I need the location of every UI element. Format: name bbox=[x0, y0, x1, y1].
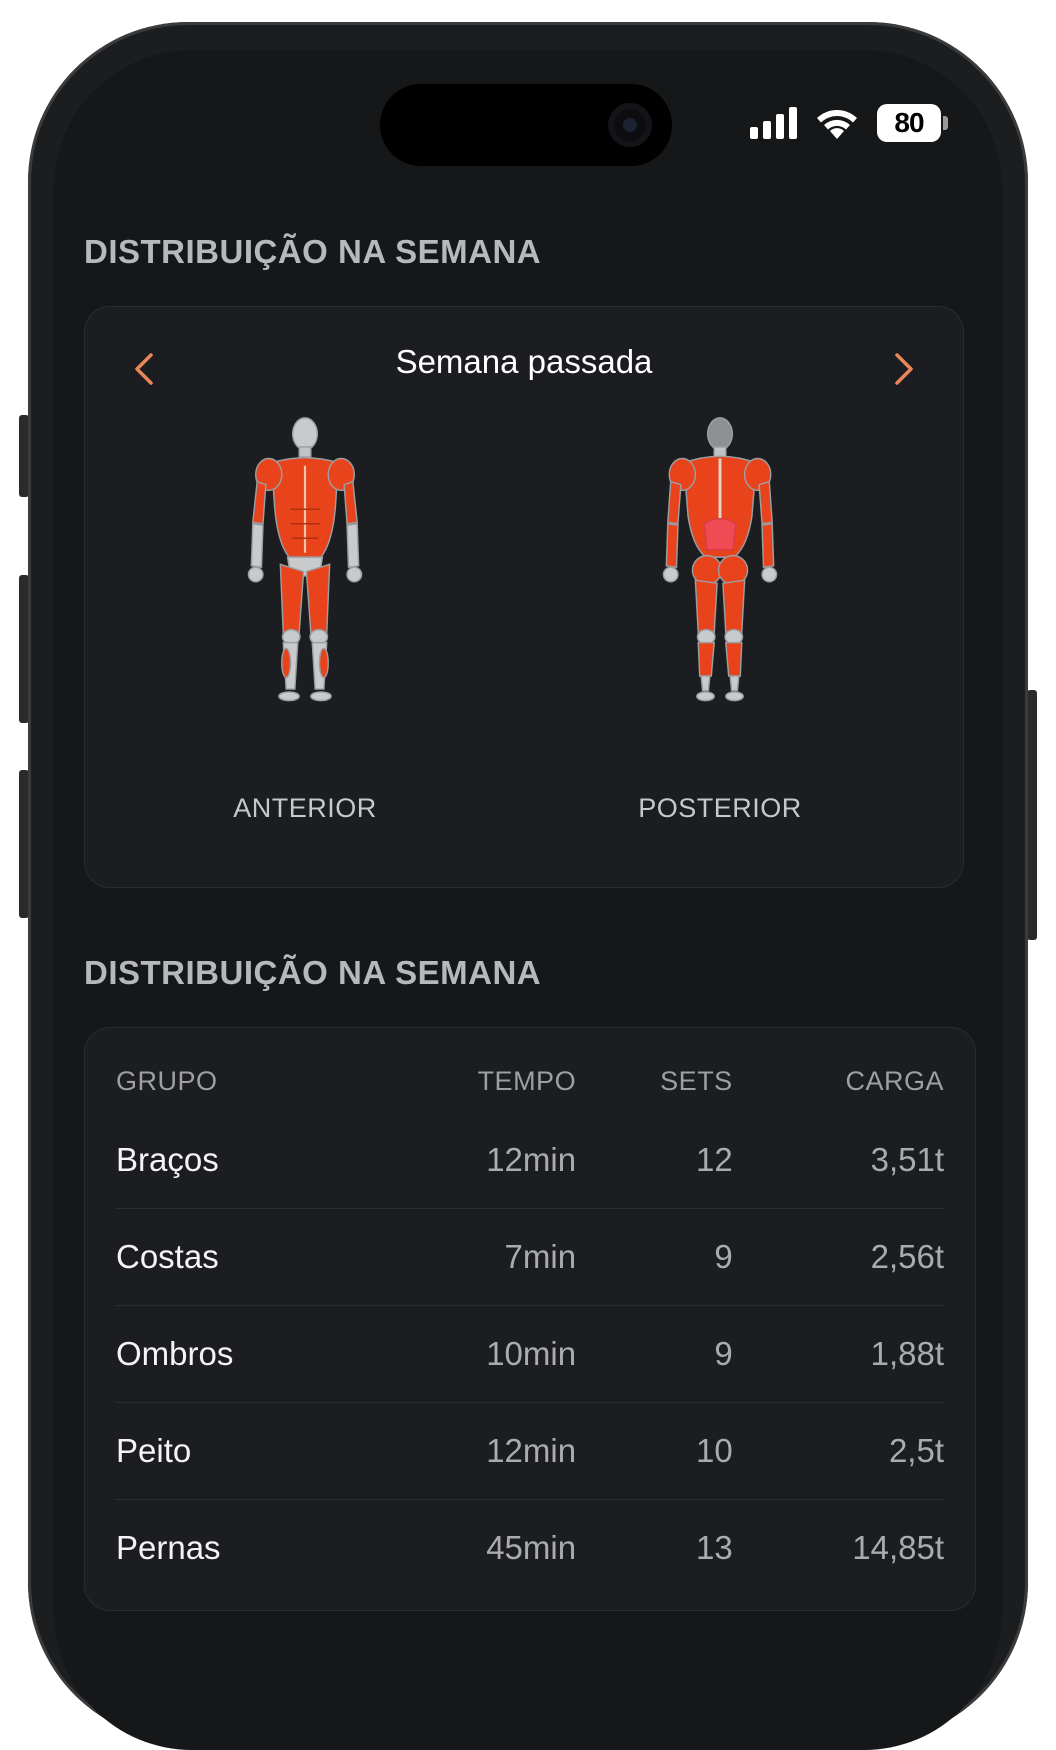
muscle-map-card: Semana passada ANTERIOR POSTERIOR bbox=[84, 306, 964, 888]
cellular-signal-icon bbox=[750, 107, 797, 139]
cell-time: 7min bbox=[365, 1208, 578, 1306]
cell-group: Costas bbox=[115, 1208, 366, 1306]
wifi-icon bbox=[817, 110, 857, 139]
cell-sets: 9 bbox=[577, 1208, 734, 1306]
cell-group: Braços bbox=[115, 1112, 366, 1209]
table-row[interactable]: Ombros 10min 9 1,88t bbox=[115, 1305, 945, 1403]
cell-load: 2,5t bbox=[733, 1402, 945, 1500]
power-button bbox=[1027, 690, 1037, 940]
header-time: TEMPO bbox=[477, 1065, 577, 1096]
header-load: CARGA bbox=[845, 1065, 944, 1096]
cell-time: 12min bbox=[365, 1402, 578, 1500]
muscle-group-table: GRUPO TEMPO SETS CARGA Braços 12min 12 3… bbox=[115, 1050, 945, 1596]
cell-group: Ombros bbox=[115, 1305, 366, 1403]
battery-icon: 80 bbox=[877, 104, 948, 142]
cell-group: Peito bbox=[115, 1402, 366, 1500]
cell-sets: 13 bbox=[695, 1529, 733, 1566]
table-row[interactable]: Braços 12min 12 3,51t bbox=[115, 1112, 945, 1209]
chevron-right-icon[interactable] bbox=[883, 349, 923, 389]
cell-load: 2,56t bbox=[733, 1208, 945, 1306]
cell-sets: 12 bbox=[577, 1112, 734, 1209]
table-header-row: GRUPO TEMPO SETS CARGA bbox=[115, 1050, 945, 1112]
cell-sets: 9 bbox=[577, 1305, 734, 1403]
anterior-body-figure bbox=[247, 417, 363, 702]
header-group: GRUPO bbox=[116, 1065, 218, 1096]
table-row[interactable]: Pernas 45min 13 14,85t bbox=[115, 1500, 945, 1597]
muscle-group-table-card: GRUPO TEMPO SETS CARGA Braços 12min 12 3… bbox=[84, 1027, 976, 1611]
posterior-body-figure bbox=[662, 417, 778, 702]
table-row[interactable]: Peito 12min 10 2,5t bbox=[115, 1402, 945, 1500]
muscle-map-section-title: DISTRIBUIÇÃO NA SEMANA bbox=[84, 233, 542, 270]
battery-percent: 80 bbox=[894, 107, 924, 138]
cell-load: 14,85t bbox=[852, 1529, 944, 1566]
week-label: Semana passada bbox=[395, 343, 653, 380]
app-screen: 80 DISTRIBUIÇÃO NA SEMANA Semana passada bbox=[54, 50, 1002, 1750]
cell-group: Pernas bbox=[116, 1529, 221, 1566]
cell-time: 10min bbox=[365, 1305, 578, 1403]
dynamic-island bbox=[380, 84, 672, 166]
cell-load: 3,51t bbox=[733, 1112, 945, 1209]
cell-load: 1,88t bbox=[733, 1305, 945, 1403]
cell-time: 45min bbox=[486, 1529, 577, 1566]
cell-time: 12min bbox=[365, 1112, 578, 1209]
table-section-title: DISTRIBUIÇÃO NA SEMANA bbox=[84, 954, 542, 991]
header-sets: SETS bbox=[660, 1065, 733, 1096]
front-camera bbox=[608, 103, 652, 147]
anterior-label: ANTERIOR bbox=[233, 793, 377, 823]
table-row[interactable]: Costas 7min 9 2,56t bbox=[115, 1208, 945, 1306]
posterior-label: POSTERIOR bbox=[638, 793, 802, 823]
cell-sets: 10 bbox=[577, 1402, 734, 1500]
week-selector: Semana passada bbox=[85, 307, 963, 417]
status-bar: 80 bbox=[750, 104, 948, 142]
